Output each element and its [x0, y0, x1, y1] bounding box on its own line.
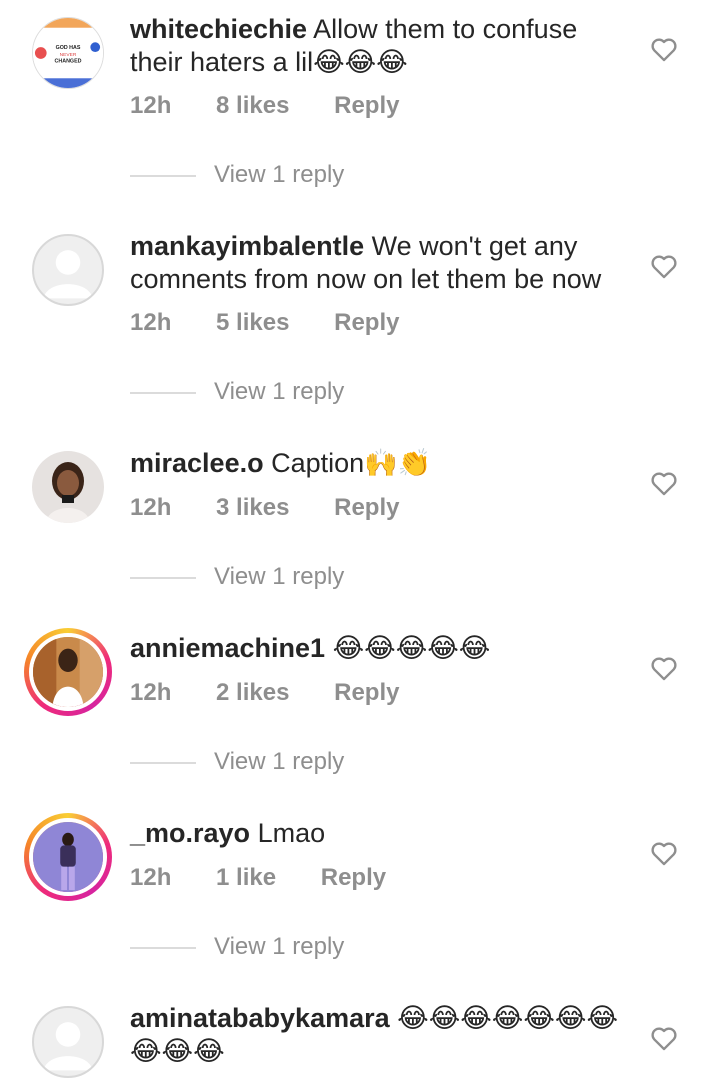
- reply-button[interactable]: Reply: [334, 92, 399, 120]
- default-avatar-icon: [43, 1022, 93, 1071]
- comment-likes[interactable]: 8 likes: [216, 92, 289, 120]
- comment-username[interactable]: aminatababykamara: [130, 1003, 390, 1033]
- view-replies-button[interactable]: View 1 reply: [130, 748, 344, 776]
- comment-likes[interactable]: 2 likes: [216, 679, 289, 707]
- comment-time: 12h: [130, 309, 172, 336]
- avatar[interactable]: GOD HAS NEVER CHANGED: [32, 17, 104, 89]
- view-replies-label[interactable]: View 1 reply: [214, 933, 344, 960]
- avatar-lettering: GOD HAS: [56, 45, 81, 51]
- heart-outline-icon[interactable]: [650, 36, 678, 62]
- comment-time: 12h: [130, 864, 172, 891]
- avatar: [29, 818, 107, 896]
- comment-likes[interactable]: 3 likes: [216, 494, 289, 522]
- svg-text:CHANGED: CHANGED: [55, 59, 82, 65]
- divider-line: [130, 576, 196, 579]
- comment-time: 12h: [130, 92, 172, 119]
- view-replies-button[interactable]: View 1 reply: [130, 933, 344, 961]
- comment-time: 12h: [130, 494, 172, 521]
- svg-text:NEVER: NEVER: [60, 52, 77, 58]
- reply-button[interactable]: Reply: [334, 494, 399, 522]
- heart-outline-icon[interactable]: [650, 470, 678, 496]
- reply-button[interactable]: Reply: [334, 679, 399, 707]
- comment-meta: 12h 1 like Reply: [130, 864, 386, 892]
- view-replies-label[interactable]: View 1 reply: [214, 748, 344, 775]
- comment-body: Caption🙌👏: [271, 448, 432, 478]
- divider-line: [130, 391, 196, 394]
- view-replies-label[interactable]: View 1 reply: [214, 161, 344, 188]
- view-replies-label[interactable]: View 1 reply: [214, 563, 344, 590]
- reply-button[interactable]: Reply: [321, 864, 386, 892]
- comment-username[interactable]: mankayimbalentle: [130, 231, 364, 261]
- comment-username[interactable]: anniemachine1: [130, 633, 325, 663]
- comment-text: whitechiechie Allow them to confuse thei…: [130, 13, 630, 79]
- comment-username[interactable]: whitechiechie: [130, 14, 307, 44]
- comment-meta: 12h 3 likes Reply: [130, 494, 399, 522]
- heart-outline-icon[interactable]: [650, 840, 678, 866]
- heart-outline-icon[interactable]: [650, 253, 678, 279]
- comment-body: 😂😂😂😂😂: [332, 633, 491, 663]
- comment-likes[interactable]: 1 like: [216, 864, 276, 892]
- divider-line: [130, 761, 196, 764]
- avatar-image: GOD HAS NEVER CHANGED: [33, 18, 103, 88]
- divider-line: [130, 946, 196, 949]
- comment-meta: 12h 8 likes Reply: [130, 92, 399, 120]
- view-replies-button[interactable]: View 1 reply: [130, 563, 344, 591]
- view-replies-button[interactable]: View 1 reply: [130, 161, 344, 189]
- comment-text: miraclee.o Caption🙌👏: [130, 447, 630, 480]
- avatar-story-ring[interactable]: [24, 813, 112, 901]
- divider-line: [130, 174, 196, 177]
- avatar[interactable]: [32, 1006, 104, 1078]
- comment-time: 12h: [130, 679, 172, 706]
- comment-likes[interactable]: 5 likes: [216, 309, 289, 337]
- default-avatar-icon: [43, 250, 93, 299]
- comment-text: anniemachine1 😂😂😂😂😂: [130, 632, 630, 665]
- avatar[interactable]: [32, 234, 104, 306]
- avatar-story-ring[interactable]: [24, 628, 112, 716]
- reply-button[interactable]: Reply: [334, 309, 399, 337]
- avatar[interactable]: [32, 451, 104, 523]
- comment-meta: 12h 5 likes Reply: [130, 309, 399, 337]
- avatar-photo: [32, 451, 104, 523]
- comment-body: Lmao: [257, 818, 326, 848]
- heart-outline-icon[interactable]: [650, 655, 678, 681]
- comment-text: mankayimbalentle We won't get any comnen…: [130, 230, 630, 296]
- avatar-photo: [33, 822, 103, 892]
- comment-meta: 12h 2 likes Reply: [130, 679, 399, 707]
- comment-username[interactable]: miraclee.o: [130, 448, 264, 478]
- view-replies-button[interactable]: View 1 reply: [130, 378, 344, 406]
- comment-text: _mo.rayo Lmao: [130, 817, 630, 850]
- comment-username[interactable]: _mo.rayo: [130, 818, 250, 848]
- heart-outline-icon[interactable]: [650, 1025, 678, 1051]
- avatar: [29, 633, 107, 711]
- comment-text: aminatababykamara 😂😂😂😂😂😂😂😂😂😂: [130, 1002, 630, 1068]
- avatar-photo: [33, 637, 103, 707]
- view-replies-label[interactable]: View 1 reply: [214, 378, 344, 405]
